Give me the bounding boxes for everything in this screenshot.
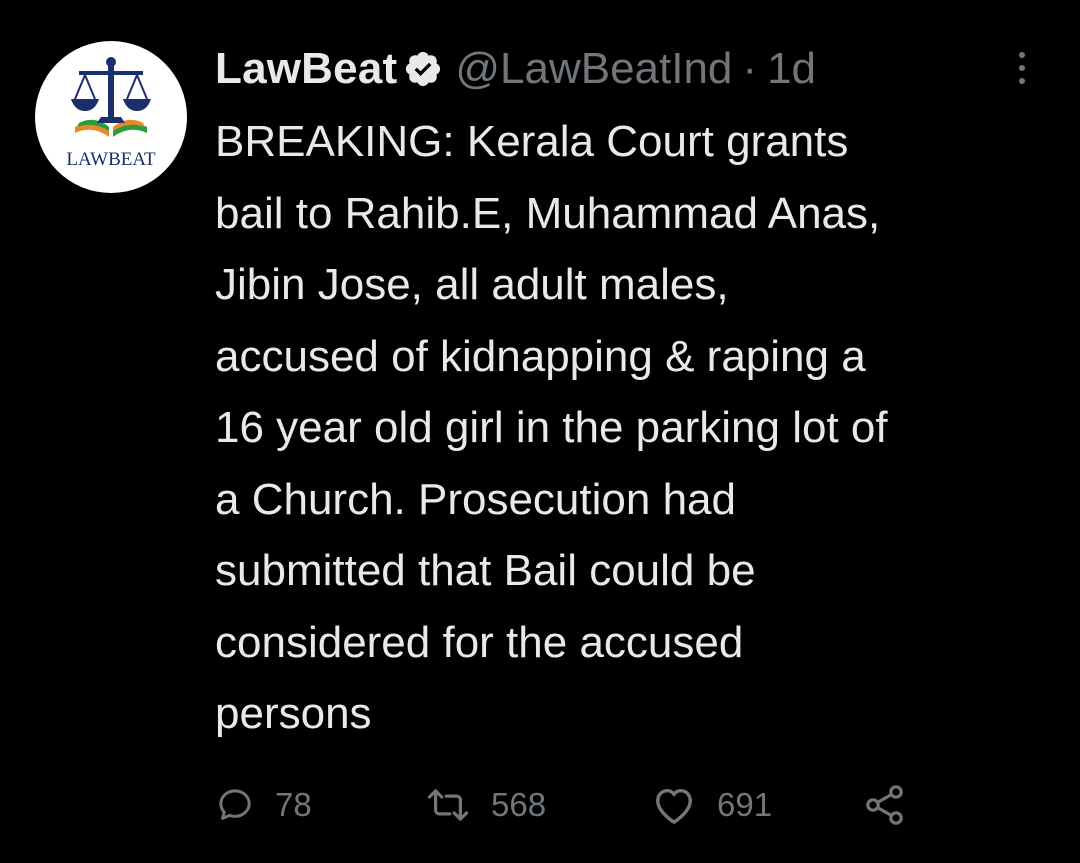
more-options-icon[interactable]	[1008, 46, 1036, 90]
like-button[interactable]: 691	[651, 775, 772, 835]
heart-icon	[656, 788, 692, 824]
retweet-count: 568	[491, 786, 547, 823]
tweet-header: LawBeat @LawBeatInd · 1d	[215, 38, 816, 100]
retweet-icon	[427, 789, 469, 821]
tweet-actions: 78 568 691	[215, 775, 935, 835]
retweet-button[interactable]: 568	[425, 775, 546, 835]
lawbeat-logo-icon: LAWBEAT	[66, 57, 156, 170]
reply-count: 78	[275, 786, 312, 823]
like-count: 691	[717, 786, 773, 823]
share-button[interactable]	[861, 775, 929, 835]
tweet-card: LAWBEAT LawBeat @LawBeatInd · 1d BREAKIN…	[0, 0, 1080, 863]
share-icon	[866, 785, 903, 825]
tweet-timestamp[interactable]: 1d	[767, 38, 816, 100]
author-handle[interactable]: @LawBeatInd	[455, 38, 732, 100]
separator-dot: ·	[742, 44, 758, 93]
author-avatar[interactable]: LAWBEAT	[35, 41, 187, 193]
tweet-text: BREAKING: Kerala Court grants bail to Ra…	[215, 117, 888, 738]
reply-icon	[219, 789, 251, 820]
verified-badge-icon	[406, 51, 441, 87]
logo-wordmark: LAWBEAT	[66, 149, 156, 170]
reply-button[interactable]: 78	[215, 775, 312, 835]
author-display-name[interactable]: LawBeat	[215, 38, 397, 100]
